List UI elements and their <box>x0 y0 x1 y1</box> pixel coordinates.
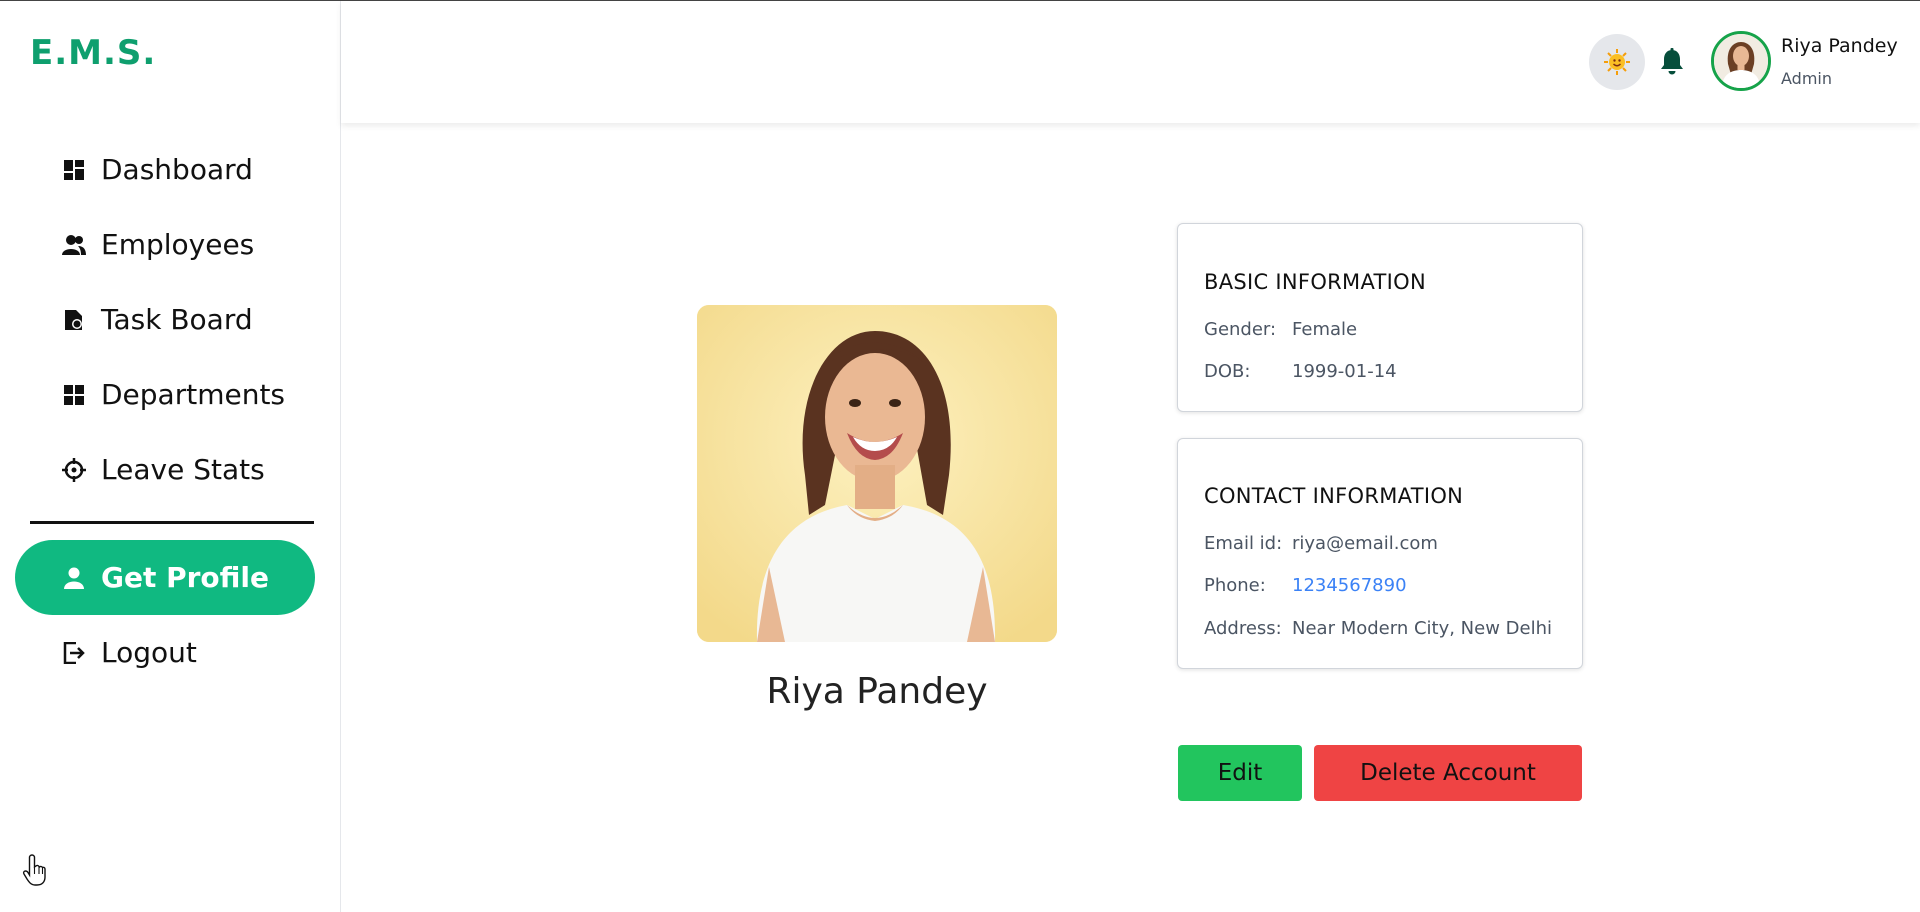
contact-info-title: CONTACT INFORMATION <box>1204 484 1464 508</box>
header-user-role: Admin <box>1781 69 1832 88</box>
avatar[interactable] <box>1711 31 1771 91</box>
address-value: Near Modern City, New Delhi <box>1292 618 1552 639</box>
sidebar-item-employees[interactable]: Employees <box>15 207 315 282</box>
sidebar-item-label: Logout <box>101 636 197 669</box>
sidebar-item-label: Get Profile <box>101 561 270 594</box>
hand-cursor-icon <box>22 854 46 886</box>
task-board-icon <box>61 307 87 333</box>
sidebar-item-label: Departments <box>101 378 286 411</box>
basic-info-title: BASIC INFORMATION <box>1204 270 1426 294</box>
sidebar-item-logout[interactable]: Logout <box>15 615 315 690</box>
dashboard-icon <box>61 157 87 183</box>
theme-toggle-button[interactable] <box>1589 34 1645 90</box>
dob-label: DOB: <box>1204 361 1251 382</box>
sidebar-item-label: Dashboard <box>101 153 253 186</box>
phone-label: Phone: <box>1204 575 1266 596</box>
basic-info-card: BASIC INFORMATION Gender: Female DOB: 19… <box>1177 223 1583 412</box>
logout-icon <box>61 640 87 666</box>
sidebar-item-dashboard[interactable]: Dashboard <box>15 132 315 207</box>
gender-value: Female <box>1292 319 1358 340</box>
gender-label: Gender: <box>1204 319 1277 340</box>
edit-button[interactable]: Edit <box>1178 745 1302 801</box>
email-value: riya@email.com <box>1292 533 1438 554</box>
departments-icon <box>61 382 87 408</box>
app-root: E.M.S. Dashboard Employees Task Board De… <box>0 0 1920 912</box>
header-user-name: Riya Pandey <box>1781 35 1898 57</box>
delete-account-button[interactable]: Delete Account <box>1314 745 1582 801</box>
address-label: Address: <box>1204 618 1282 639</box>
profile-name: Riya Pandey <box>766 671 988 712</box>
sidebar-item-task-board[interactable]: Task Board <box>15 282 315 357</box>
user-icon <box>61 565 87 591</box>
sidebar-item-get-profile[interactable]: Get Profile <box>15 540 315 615</box>
profile-photo <box>697 305 1057 642</box>
sidebar: E.M.S. Dashboard Employees Task Board De… <box>0 1 341 912</box>
sidebar-item-label: Leave Stats <box>101 453 265 486</box>
app-logo[interactable]: E.M.S. <box>30 33 156 73</box>
sidebar-item-leave-stats[interactable]: Leave Stats <box>15 432 315 507</box>
bell-icon[interactable] <box>1657 47 1687 77</box>
crosshair-icon <box>61 457 87 483</box>
sidebar-item-departments[interactable]: Departments <box>15 357 315 432</box>
sidebar-divider <box>30 521 314 524</box>
employees-icon <box>61 232 87 258</box>
dob-value: 1999-01-14 <box>1292 361 1397 382</box>
phone-link[interactable]: 1234567890 <box>1292 575 1407 596</box>
contact-info-card: CONTACT INFORMATION Email id: riya@email… <box>1177 438 1583 669</box>
sidebar-item-label: Employees <box>101 228 255 261</box>
email-label: Email id: <box>1204 533 1283 554</box>
sidebar-item-label: Task Board <box>101 303 253 336</box>
theme-toggle-icon <box>1604 49 1630 75</box>
